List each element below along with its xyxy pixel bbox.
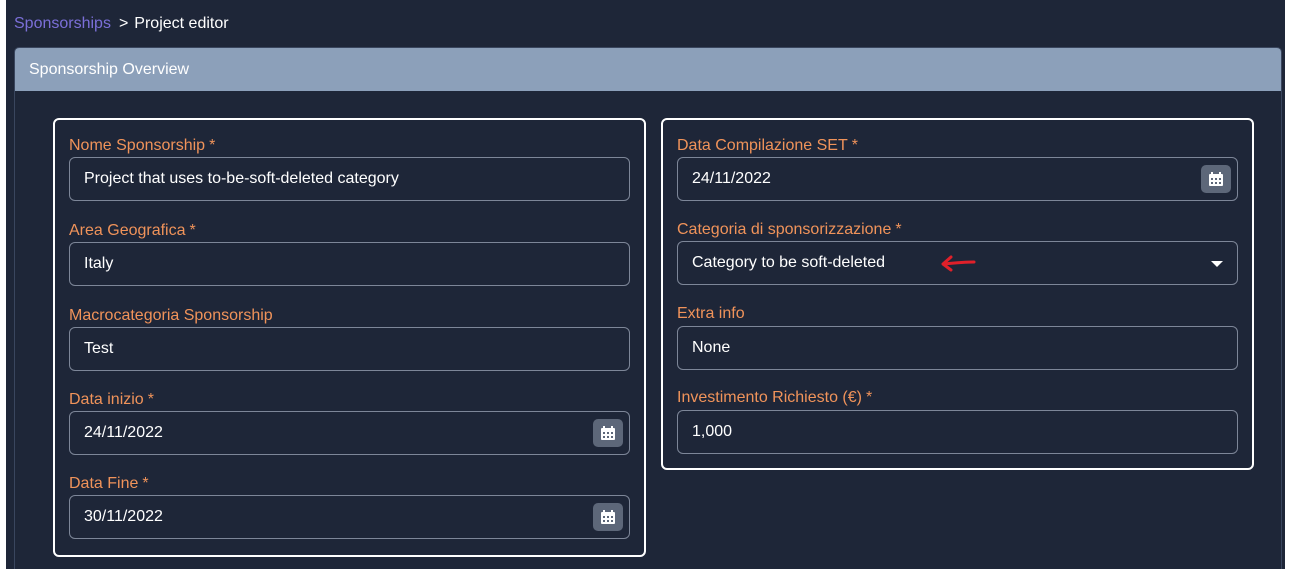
- compilazione-label: Data Compilazione SET *: [677, 137, 858, 155]
- data-inizio-value: 24/11/2022: [84, 424, 163, 441]
- macro-label-text: Macrocategoria Sponsorship: [69, 307, 273, 324]
- red-arrow-icon: [941, 255, 976, 272]
- breadcrumb-separator: >: [118, 15, 129, 32]
- compilazione-label-text: Data Compilazione SET: [677, 137, 848, 154]
- breadcrumb-link-sponsorships[interactable]: Sponsorships: [14, 15, 111, 32]
- area-label: Area Geografica *: [69, 222, 196, 240]
- investimento-label: Investimento Richiesto (€) *: [677, 389, 872, 407]
- data-fine-input[interactable]: 30/11/2022: [69, 495, 630, 539]
- extra-label: Extra info: [677, 305, 745, 323]
- breadcrumb: Sponsorships > Project editor: [14, 15, 229, 33]
- data-compilazione-input[interactable]: 24/11/2022: [677, 157, 1238, 201]
- calendar-icon[interactable]: [1201, 165, 1231, 193]
- categoria-selected-value: Category to be soft-deleted: [692, 254, 886, 271]
- extra-info-input[interactable]: None: [677, 326, 1238, 370]
- data-compilazione-value: 24/11/2022: [692, 170, 771, 187]
- categoria-label: Categoria di sponsorizzazione *: [677, 221, 902, 239]
- categoria-select[interactable]: Category to be soft-deleted: [677, 241, 1238, 285]
- extra-label-text: Extra info: [677, 305, 745, 322]
- area-geografica-input[interactable]: Italy: [69, 242, 630, 286]
- required-marker: *: [895, 221, 902, 238]
- inizio-label: Data inizio *: [69, 391, 154, 409]
- data-inizio-input[interactable]: 24/11/2022: [69, 411, 630, 455]
- area-label-text: Area Geografica: [69, 222, 186, 239]
- right-form-card: Data Compilazione SET * 24/11/2022 Catego…: [661, 118, 1254, 470]
- required-marker: *: [209, 137, 216, 154]
- left-edge: [0, 0, 6, 569]
- app-window: Sponsorships > Project editor Sponsorship …: [0, 0, 1290, 569]
- sponsorship-overview-panel: Sponsorship Overview Nome Sponsorship * P…: [14, 47, 1282, 569]
- nome-label: Nome Sponsorship *: [69, 137, 215, 155]
- chevron-down-icon[interactable]: [1211, 261, 1223, 267]
- right-edge: [1285, 0, 1290, 569]
- required-marker: *: [865, 389, 873, 406]
- breadcrumb-current: Project editor: [134, 15, 229, 32]
- calendar-icon[interactable]: [593, 503, 623, 531]
- calendar-icon[interactable]: [593, 419, 623, 447]
- nome-label-text: Nome Sponsorship: [69, 137, 206, 154]
- categoria-label-text: Categoria di sponsorizzazione: [677, 221, 892, 238]
- left-form-card: Nome Sponsorship * Project that uses to-b…: [53, 118, 646, 557]
- panel-header[interactable]: Sponsorship Overview: [15, 48, 1281, 91]
- investimento-input[interactable]: 1,000: [677, 410, 1238, 454]
- inizio-label-text: Data inizio: [69, 391, 144, 408]
- investimento-label-text: Investimento Richiesto (€): [677, 389, 862, 406]
- nome-sponsorship-input[interactable]: Project that uses to-be-soft-deleted cat…: [69, 157, 630, 201]
- data-fine-value: 30/11/2022: [84, 508, 163, 525]
- required-marker: *: [147, 391, 154, 408]
- fine-label-text: Data Fine: [69, 475, 139, 492]
- macro-label: Macrocategoria Sponsorship: [69, 307, 273, 325]
- fine-label: Data Fine *: [69, 475, 149, 493]
- required-marker: *: [142, 475, 149, 492]
- required-marker: *: [851, 137, 858, 154]
- macrocategoria-input[interactable]: Test: [69, 327, 630, 371]
- required-marker: *: [189, 222, 196, 239]
